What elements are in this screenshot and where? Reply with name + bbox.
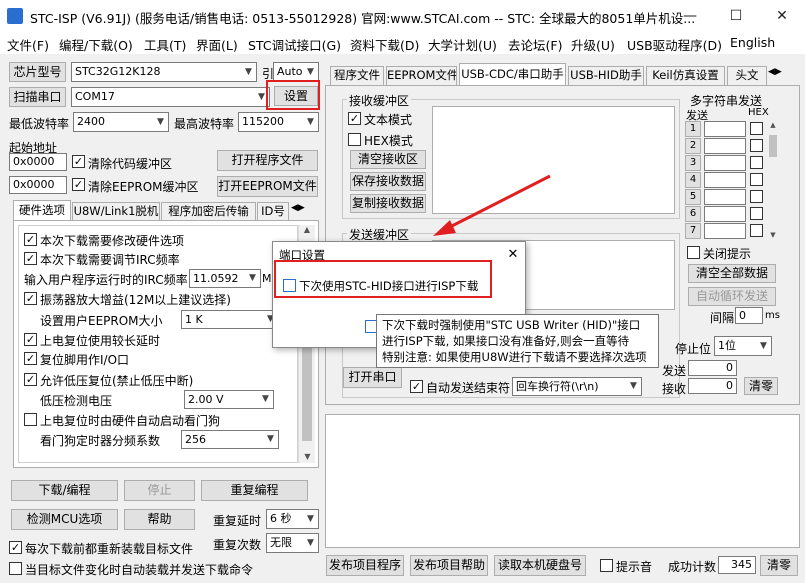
- tooltip-line: 特别注意: 如果使用U8W进行下载请不要选择次选项: [382, 350, 647, 364]
- tooltip-line: 进行ISP下载, 如果接口没有准备好,则会一直等待: [382, 334, 630, 348]
- dialog-close-icon[interactable]: ✕: [501, 243, 525, 267]
- stc-hid-label: 下次使用STC-HID接口进行ISP下载: [299, 279, 479, 293]
- tooltip: 下次下载时强制使用"STC USB Writer (HID)"接口 进行ISP下…: [376, 314, 659, 368]
- stc-hid-checkbox[interactable]: [283, 279, 296, 292]
- tooltip-line: 下次下载时强制使用"STC USB Writer (HID)"接口: [382, 318, 641, 332]
